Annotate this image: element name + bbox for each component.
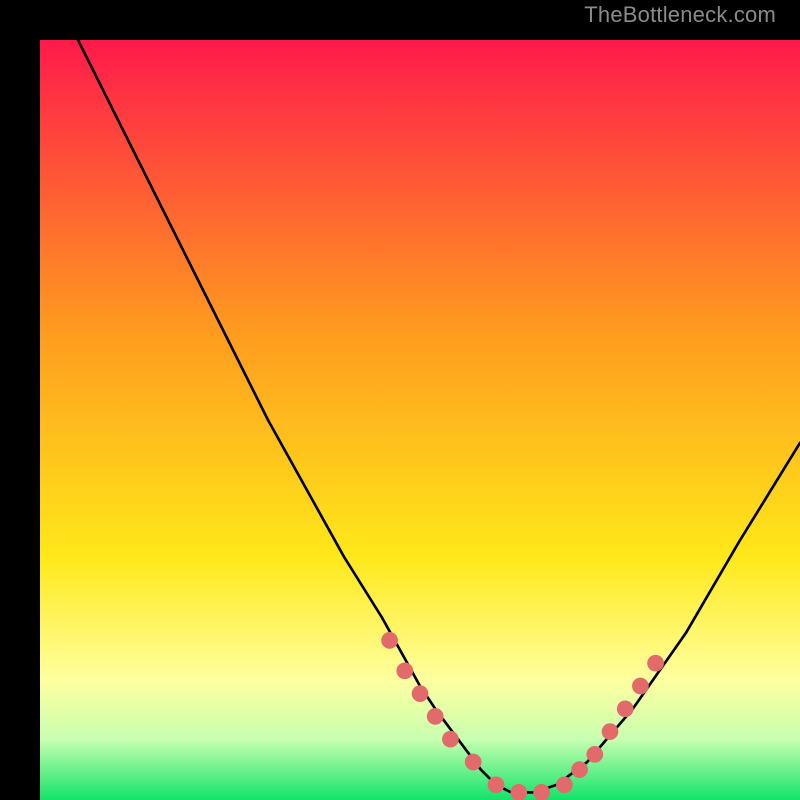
marker-dot: [442, 731, 459, 748]
marker-dot: [632, 678, 649, 695]
bottleneck-curve: [40, 40, 800, 800]
marker-dot: [533, 784, 550, 800]
marker-dot: [488, 776, 505, 793]
chart-frame: [20, 20, 780, 780]
highlight-dots: [381, 632, 664, 800]
marker-dot: [647, 655, 664, 672]
marker-dot: [602, 723, 619, 740]
marker-dot: [586, 746, 603, 763]
watermark-text: TheBottleneck.com: [584, 2, 776, 28]
plot-area: [40, 40, 800, 800]
marker-dot: [381, 632, 398, 649]
marker-dot: [465, 754, 482, 771]
marker-dot: [412, 685, 429, 702]
marker-dot: [571, 761, 588, 778]
marker-dot: [617, 700, 634, 717]
marker-dot: [510, 784, 527, 800]
marker-dot: [396, 662, 413, 679]
marker-dot: [556, 776, 573, 793]
marker-dot: [427, 708, 444, 725]
